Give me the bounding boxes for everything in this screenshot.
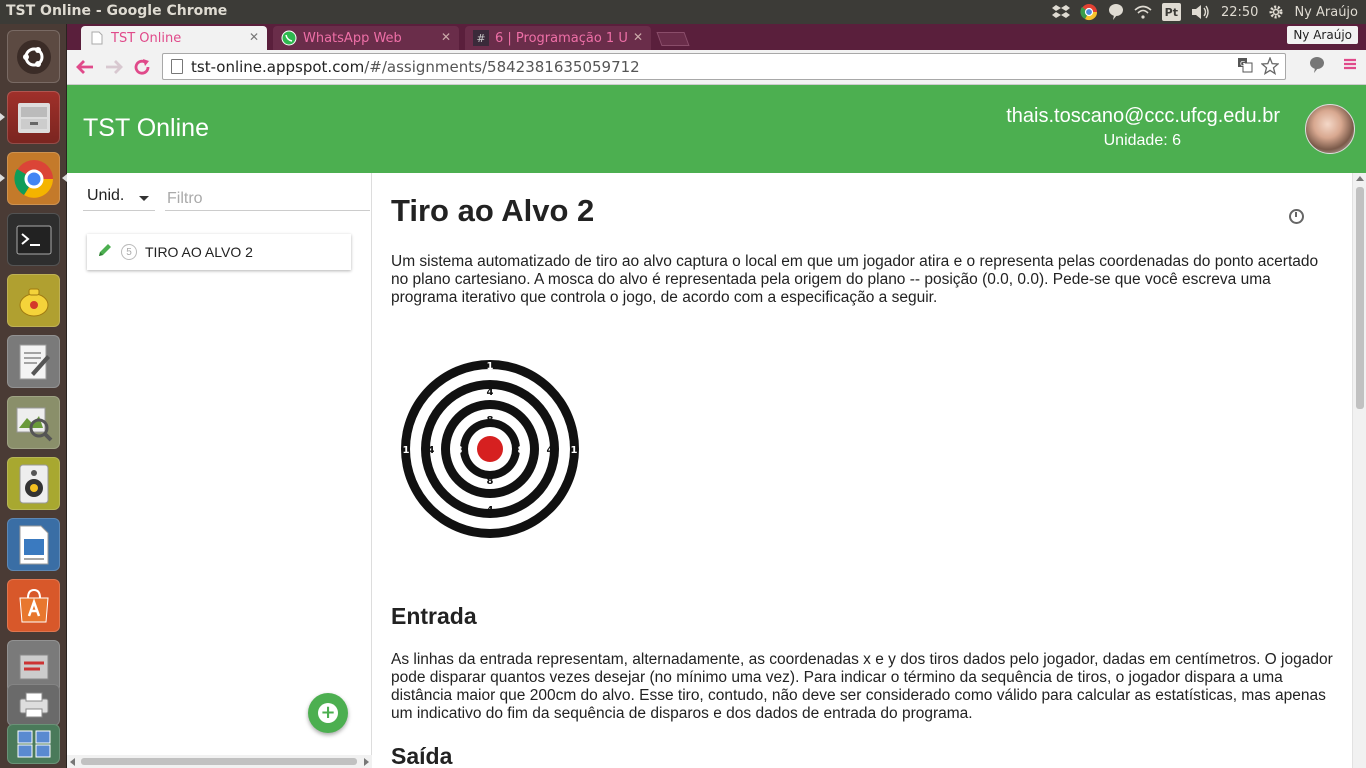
forward-arrow-icon[interactable] [103,56,125,78]
assignment-title: TIRO AO ALVO 2 [145,244,253,260]
browser-chrome: TST Online ✕ WhatsApp Web ✕ # 6 | Progra… [67,24,1366,85]
launcher-running-pip [0,174,5,182]
target-label-right-inner: 8 [518,445,525,456]
tst-online-app: TST Online thais.toscano@ccc.ufcg.edu.br… [67,85,1366,768]
content-vertical-scrollbar[interactable] [1352,173,1366,768]
software-center-icon[interactable] [7,579,60,632]
target-label-left-middle: 4 [428,445,435,456]
input-section-text: As linhas da entrada representam, altern… [391,651,1333,722]
user-email: thais.toscano@ccc.ufcg.edu.br [1006,105,1280,127]
tab-whatsapp[interactable]: WhatsApp Web ✕ [273,26,459,50]
chrome-menu-icon[interactable] [1343,56,1357,75]
volume-icon[interactable] [1191,3,1211,21]
new-tab-button[interactable] [656,32,690,46]
add-assignment-button[interactable]: + [308,693,348,733]
assignments-sidebar: Unid. 5 TIRO AO ALVO 2 + [67,173,372,768]
history-clock-icon[interactable] [1289,209,1304,224]
target-label-bottom-middle: 4 [487,505,494,516]
terminal-icon[interactable] [7,213,60,266]
scroll-right-arrow-icon[interactable] [364,758,369,766]
wifi-icon[interactable] [1134,3,1152,21]
scrollbar-thumb[interactable] [1356,187,1364,409]
address-bar[interactable]: tst-online.appspot.com /#/assignments/58… [162,53,1286,80]
url-path: /#/assignments/5842381635059712 [364,57,640,76]
session-user-name[interactable]: Ny Araújo [1294,3,1358,21]
target-label-left-outer: 1 [403,445,410,456]
files-icon[interactable] [7,91,60,144]
assignment-number-badge: 5 [121,244,137,260]
extension-chat-icon[interactable] [1309,56,1325,78]
target-label-bottom-inner: 8 [487,476,494,487]
tab-label: 6 | Programação 1 U [495,30,628,46]
app-title[interactable]: TST Online [83,114,209,143]
svg-text:G: G [1240,60,1245,68]
back-arrow-icon[interactable] [74,56,96,78]
assignment-list-item[interactable]: 5 TIRO AO ALVO 2 [87,234,351,270]
clock[interactable]: 22:50 [1221,3,1258,21]
target-label-top-outer: 1 [487,361,494,372]
unit-select[interactable]: Unid. [83,187,155,211]
rhythmbox-speaker-icon[interactable] [7,457,60,510]
app-header: TST Online thais.toscano@ccc.ufcg.edu.br… [67,85,1366,173]
system-top-panel: TST Online - Google Chrome Pt 22:50 Ny A… [0,0,1366,24]
keyboard-layout-indicator[interactable]: Pt [1161,3,1181,21]
url-host: tst-online.appspot.com [191,57,365,76]
assignment-intro: Um sistema automatizado de tiro ao alvo … [391,253,1319,306]
image-viewer-icon[interactable] [7,396,60,449]
scroll-left-arrow-icon[interactable] [70,758,75,766]
whatsapp-icon [281,30,297,46]
dropbox-icon[interactable] [1051,3,1070,21]
close-tab-icon[interactable]: ✕ [441,30,451,44]
printer-icon[interactable] [7,684,60,726]
unity-launcher [0,24,67,768]
chrome-launcher-icon[interactable] [7,152,60,205]
launcher-active-pip [0,113,5,121]
user-unit: Unidade: 6 [1103,132,1181,149]
pencil-icon[interactable] [97,242,113,263]
ubuntu-dash-icon[interactable] [7,30,60,83]
chrome-tray-icon[interactable] [1080,3,1098,21]
workspace-switcher-icon[interactable] [7,724,60,764]
sidebar-horizontal-scrollbar[interactable] [67,755,372,768]
input-section-heading: Entrada [391,603,477,629]
target-label-right-middle: 4 [547,445,554,456]
translate-icon[interactable]: G [1237,57,1253,79]
scroll-up-arrow-icon[interactable] [1356,176,1364,181]
page-favicon-icon [89,30,105,46]
unit-select-value: Unid. [87,187,125,204]
window-title: TST Online - Google Chrome [6,3,228,19]
hashtag-icon: # [473,30,489,46]
filter-input[interactable] [165,187,370,211]
scrollbar-thumb[interactable] [81,758,357,765]
dropdown-caret-icon [139,196,149,201]
browser-toolbar: tst-online.appspot.com /#/assignments/58… [67,50,1366,85]
user-avatar[interactable] [1305,104,1355,154]
assignment-content: Tiro ao Alvo 2 Um sistema automatizado d… [373,173,1352,768]
mahjongg-teapot-icon[interactable] [7,274,60,327]
reload-icon[interactable] [131,56,153,78]
target-label-top-middle: 4 [487,387,494,398]
target-image: 1 4 8 8 4 1 4 8 8 4 1 [401,360,579,538]
bookmark-star-icon[interactable] [1260,56,1280,79]
tab-tst-online[interactable]: TST Online ✕ [81,26,267,50]
target-label-top-inner: 8 [487,415,494,426]
target-label-left-inner: 8 [456,445,463,456]
target-label-right-outer: 1 [571,445,578,456]
writer-document-icon[interactable] [7,518,60,571]
tab-programacao[interactable]: # 6 | Programação 1 U ✕ [465,26,651,50]
tab-label: TST Online [111,30,182,46]
close-tab-icon[interactable]: ✕ [633,30,643,44]
profile-button[interactable]: Ny Araújo [1287,26,1358,44]
assignment-title-heading: Tiro ao Alvo 2 [391,193,595,228]
settings-gear-icon[interactable] [1268,3,1284,21]
chat-indicator-icon[interactable] [1108,3,1124,21]
plus-icon: + [318,703,338,723]
tab-label: WhatsApp Web [303,30,402,46]
output-section-heading: Saída [391,743,453,768]
page-icon [171,59,183,74]
system-indicators: Pt 22:50 Ny Araújo [1051,0,1358,24]
text-editor-icon[interactable] [7,335,60,388]
close-tab-icon[interactable]: ✕ [249,30,259,44]
